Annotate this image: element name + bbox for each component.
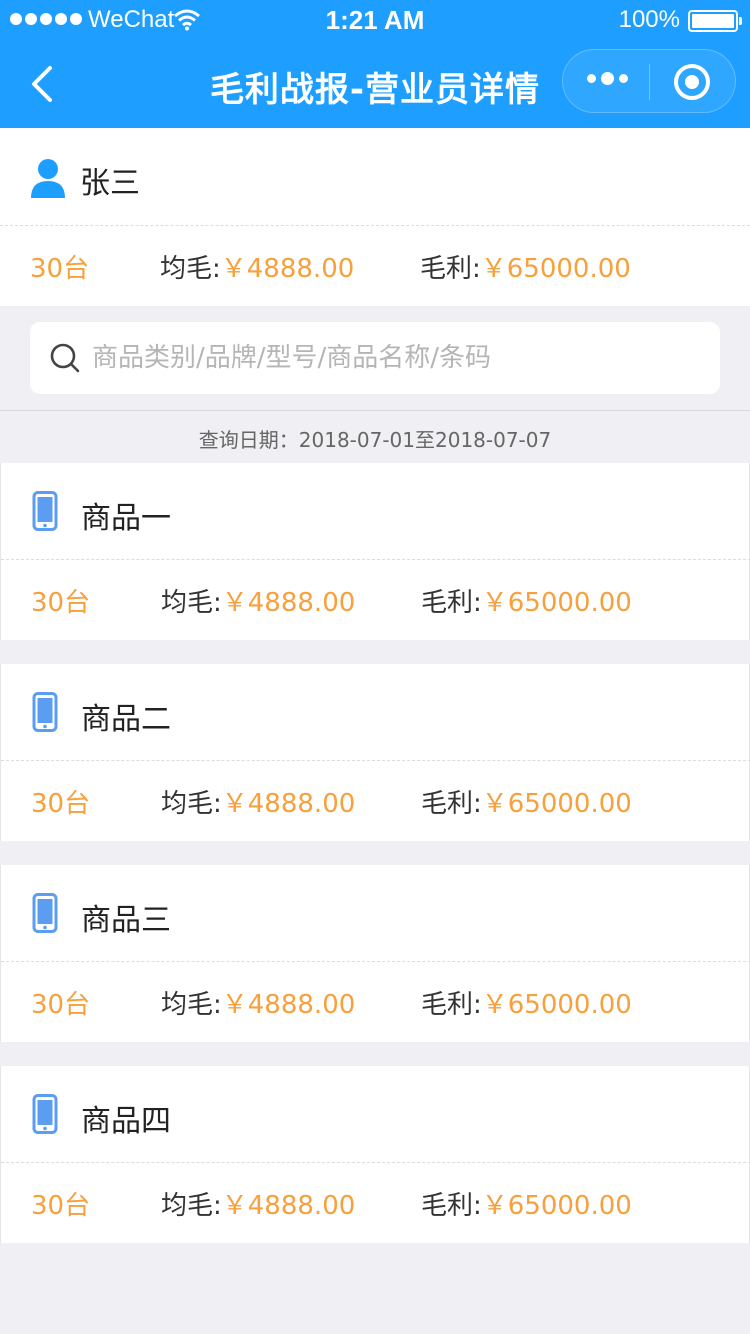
mini-program-capsule [562,49,736,113]
salesperson-name: 张三 [80,166,140,201]
status-bar: WeChat 1:21 AM 100% [0,0,750,40]
average-margin-value: ￥4888.00 [221,990,356,1020]
product-stats: 30台 均毛:￥4888.00 毛利:￥65000.00 [1,1163,750,1243]
average-margin-value: ￥4888.00 [220,254,355,284]
product-header: 商品三 [1,865,750,962]
average-margin: 均毛:￥4888.00 [161,582,355,619]
gross-profit-value: ￥65000.00 [481,588,632,618]
product-name: 商品二 [81,702,171,737]
gross-profit-label: 毛利: [421,1191,482,1221]
product-name: 商品四 [81,1104,171,1139]
gross-profit: 毛利:￥65000.00 [420,248,631,285]
phone-icon [32,893,58,933]
average-margin: 均毛:￥4888.00 [160,248,354,285]
average-margin-label: 均毛: [160,254,221,284]
gross-profit-label: 毛利: [420,254,481,284]
quantity: 30台 [31,990,91,1020]
product-name: 商品三 [81,903,171,938]
product-card[interactable]: 商品四 30台 均毛:￥4888.00 毛利:￥65000.00 [0,1066,750,1243]
average-margin: 均毛:￥4888.00 [161,984,355,1021]
salesperson-card: 张三 30台 均毛:￥4888.00 毛利:￥65000.00 [0,128,750,306]
target-close-icon[interactable] [674,64,710,100]
product-name: 商品一 [81,501,171,536]
gross-profit-label: 毛利: [421,990,482,1020]
quantity: 30台 [31,588,91,618]
phone-icon [32,491,58,531]
average-margin-label: 均毛: [161,990,222,1020]
average-margin-value: ￥4888.00 [221,789,356,819]
product-header: 商品四 [1,1066,750,1163]
product-header: 商品一 [1,463,750,560]
gross-profit-label: 毛利: [421,588,482,618]
average-margin-value: ￥4888.00 [221,588,356,618]
more-dots-icon[interactable] [587,72,628,85]
battery-icon [688,10,742,32]
query-date-range: 查询日期：2018-07-01至2018-07-07 [198,428,552,452]
average-margin: 均毛:￥4888.00 [161,1185,355,1222]
average-margin-label: 均毛: [161,1191,222,1221]
gross-profit: 毛利:￥65000.00 [421,582,632,619]
nav-bar: 毛利战报-营业员详情 [0,40,750,128]
average-margin: 均毛:￥4888.00 [161,783,355,820]
gross-profit-value: ￥65000.00 [481,789,632,819]
salesperson-stats: 30台 均毛:￥4888.00 毛利:￥65000.00 [0,226,750,306]
gross-profit-value: ￥65000.00 [481,1191,632,1221]
capsule-divider [649,64,650,100]
product-card[interactable]: 商品三 30台 均毛:￥4888.00 毛利:￥65000.00 [0,865,750,1042]
gross-profit-value: ￥65000.00 [480,254,631,284]
app-header: WeChat 1:21 AM 100% 毛利战报-营业员详情 [0,0,750,128]
phone-icon [32,1094,58,1134]
gross-profit: 毛利:￥65000.00 [421,984,632,1021]
product-card[interactable]: 商品一 30台 均毛:￥4888.00 毛利:￥65000.00 [0,463,750,640]
gross-profit-label: 毛利: [421,789,482,819]
product-header: 商品二 [1,664,750,761]
battery-percent: 100% [618,6,680,33]
product-stats: 30台 均毛:￥4888.00 毛利:￥65000.00 [1,962,750,1042]
gross-profit: 毛利:￥65000.00 [421,783,632,820]
average-margin-value: ￥4888.00 [221,1191,356,1221]
gross-profit: 毛利:￥65000.00 [421,1185,632,1222]
quantity: 30台 [30,254,90,284]
quantity: 30台 [31,1191,91,1221]
divider [0,410,750,411]
quantity: 30台 [31,789,91,819]
phone-icon [32,692,58,732]
search-icon [50,343,80,373]
product-stats: 30台 均毛:￥4888.00 毛利:￥65000.00 [1,761,750,841]
average-margin-label: 均毛: [161,588,222,618]
product-stats: 30台 均毛:￥4888.00 毛利:￥65000.00 [1,560,750,640]
salesperson-header: 张三 [0,128,750,226]
search-input[interactable] [92,336,692,380]
average-margin-label: 均毛: [161,789,222,819]
person-icon [31,159,65,198]
gross-profit-value: ￥65000.00 [481,990,632,1020]
product-card[interactable]: 商品二 30台 均毛:￥4888.00 毛利:￥65000.00 [0,664,750,841]
search-bar[interactable] [30,322,720,394]
